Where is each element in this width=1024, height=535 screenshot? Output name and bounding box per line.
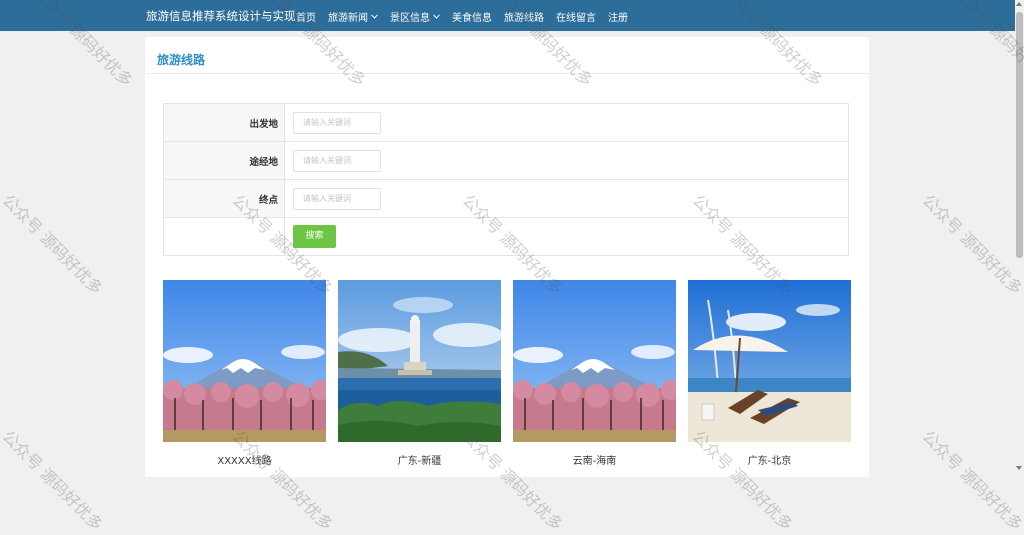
watermark-text: 公众号 源码好优多 <box>0 190 107 299</box>
empty-label-cell <box>163 217 285 256</box>
nav-food-info[interactable]: 美食信息 <box>452 9 492 24</box>
page-title: 旅游线路 <box>157 53 206 67</box>
route-card[interactable]: XXXXX线路 <box>163 280 326 467</box>
main-nav: 首页 旅游新闻 景区信息 美食信息 旅游线路 在线留言 注册 <box>296 9 640 24</box>
route-image-beach[interactable] <box>688 280 851 442</box>
nav-online-message[interactable]: 在线留言 <box>556 9 596 24</box>
departure-label-cell: 出发地 <box>163 103 285 142</box>
panel-header: 旅游线路 <box>145 37 869 74</box>
search-form: 出发地 请输入关键词 途经地 请输入关键词 终点 请输入关键词 搜索 <box>163 103 849 256</box>
destination-input[interactable]: 请输入关键词 <box>293 187 381 210</box>
search-button-cell: 搜索 <box>284 217 849 256</box>
departure-input[interactable]: 请输入关键词 <box>293 111 381 134</box>
via-input[interactable]: 请输入关键词 <box>293 149 381 172</box>
route-image-fuji[interactable] <box>513 280 676 442</box>
chevron-down-icon <box>371 14 378 19</box>
top-navbar: 旅游信息推荐系统设计与实现 首页 旅游新闻 景区信息 美食信息 旅游线路 在线留… <box>0 0 1015 31</box>
route-title[interactable]: 云南-海南 <box>513 452 676 467</box>
route-card[interactable]: 云南-海南 <box>513 280 676 467</box>
route-title[interactable]: XXXXX线路 <box>163 452 326 467</box>
nav-travel-news-label: 旅游新闻 <box>328 13 368 24</box>
nav-home[interactable]: 首页 <box>296 9 316 24</box>
scroll-up-arrow-icon[interactable] <box>1016 2 1022 6</box>
nav-travel-news[interactable]: 旅游新闻 <box>328 9 378 24</box>
nav-home-label: 首页 <box>296 13 316 24</box>
search-button[interactable]: 搜索 <box>293 225 336 248</box>
via-label: 途经地 <box>249 156 278 168</box>
nav-online-message-label: 在线留言 <box>556 13 596 24</box>
watermark-text: 公众号 源码好优多 <box>918 190 1024 299</box>
destination-label: 终点 <box>258 194 278 206</box>
route-card[interactable]: 广东-新疆 <box>338 280 501 467</box>
destination-input-cell: 请输入关键词 <box>284 179 849 218</box>
site-brand[interactable]: 旅游信息推荐系统设计与实现 <box>146 8 296 24</box>
via-input-cell: 请输入关键词 <box>284 141 849 180</box>
search-row-via: 途经地 请输入关键词 <box>163 141 849 180</box>
nav-travel-routes-label: 旅游线路 <box>504 13 544 24</box>
search-row-destination: 终点 请输入关键词 <box>163 179 849 218</box>
watermark-text: 公众号 源码好优多 <box>918 426 1024 535</box>
search-row-departure: 出发地 请输入关键词 <box>163 103 849 142</box>
page-scrollbar[interactable] <box>1015 0 1024 474</box>
nav-register[interactable]: 注册 <box>608 9 628 24</box>
via-label-cell: 途经地 <box>163 141 285 180</box>
search-row-action: 搜索 <box>163 217 849 256</box>
route-title[interactable]: 广东-北京 <box>688 452 851 467</box>
route-card[interactable]: 广东-北京 <box>688 280 851 467</box>
nav-food-info-label: 美食信息 <box>452 13 492 24</box>
departure-label: 出发地 <box>249 118 278 130</box>
scroll-down-arrow-icon[interactable] <box>1016 466 1022 470</box>
destination-label-cell: 终点 <box>163 179 285 218</box>
chevron-down-icon <box>433 14 440 19</box>
nav-register-label: 注册 <box>608 13 628 24</box>
nav-scenic-info-label: 景区信息 <box>390 13 430 24</box>
watermark-text: 公众号 源码好优多 <box>0 426 107 535</box>
route-image-guanyin[interactable] <box>338 280 501 442</box>
route-image-fuji[interactable] <box>163 280 326 442</box>
departure-input-cell: 请输入关键词 <box>284 103 849 142</box>
nav-travel-routes[interactable]: 旅游线路 <box>504 9 544 24</box>
nav-scenic-info[interactable]: 景区信息 <box>390 9 440 24</box>
scrollbar-thumb[interactable] <box>1016 12 1023 258</box>
route-title[interactable]: 广东-新疆 <box>338 452 501 467</box>
